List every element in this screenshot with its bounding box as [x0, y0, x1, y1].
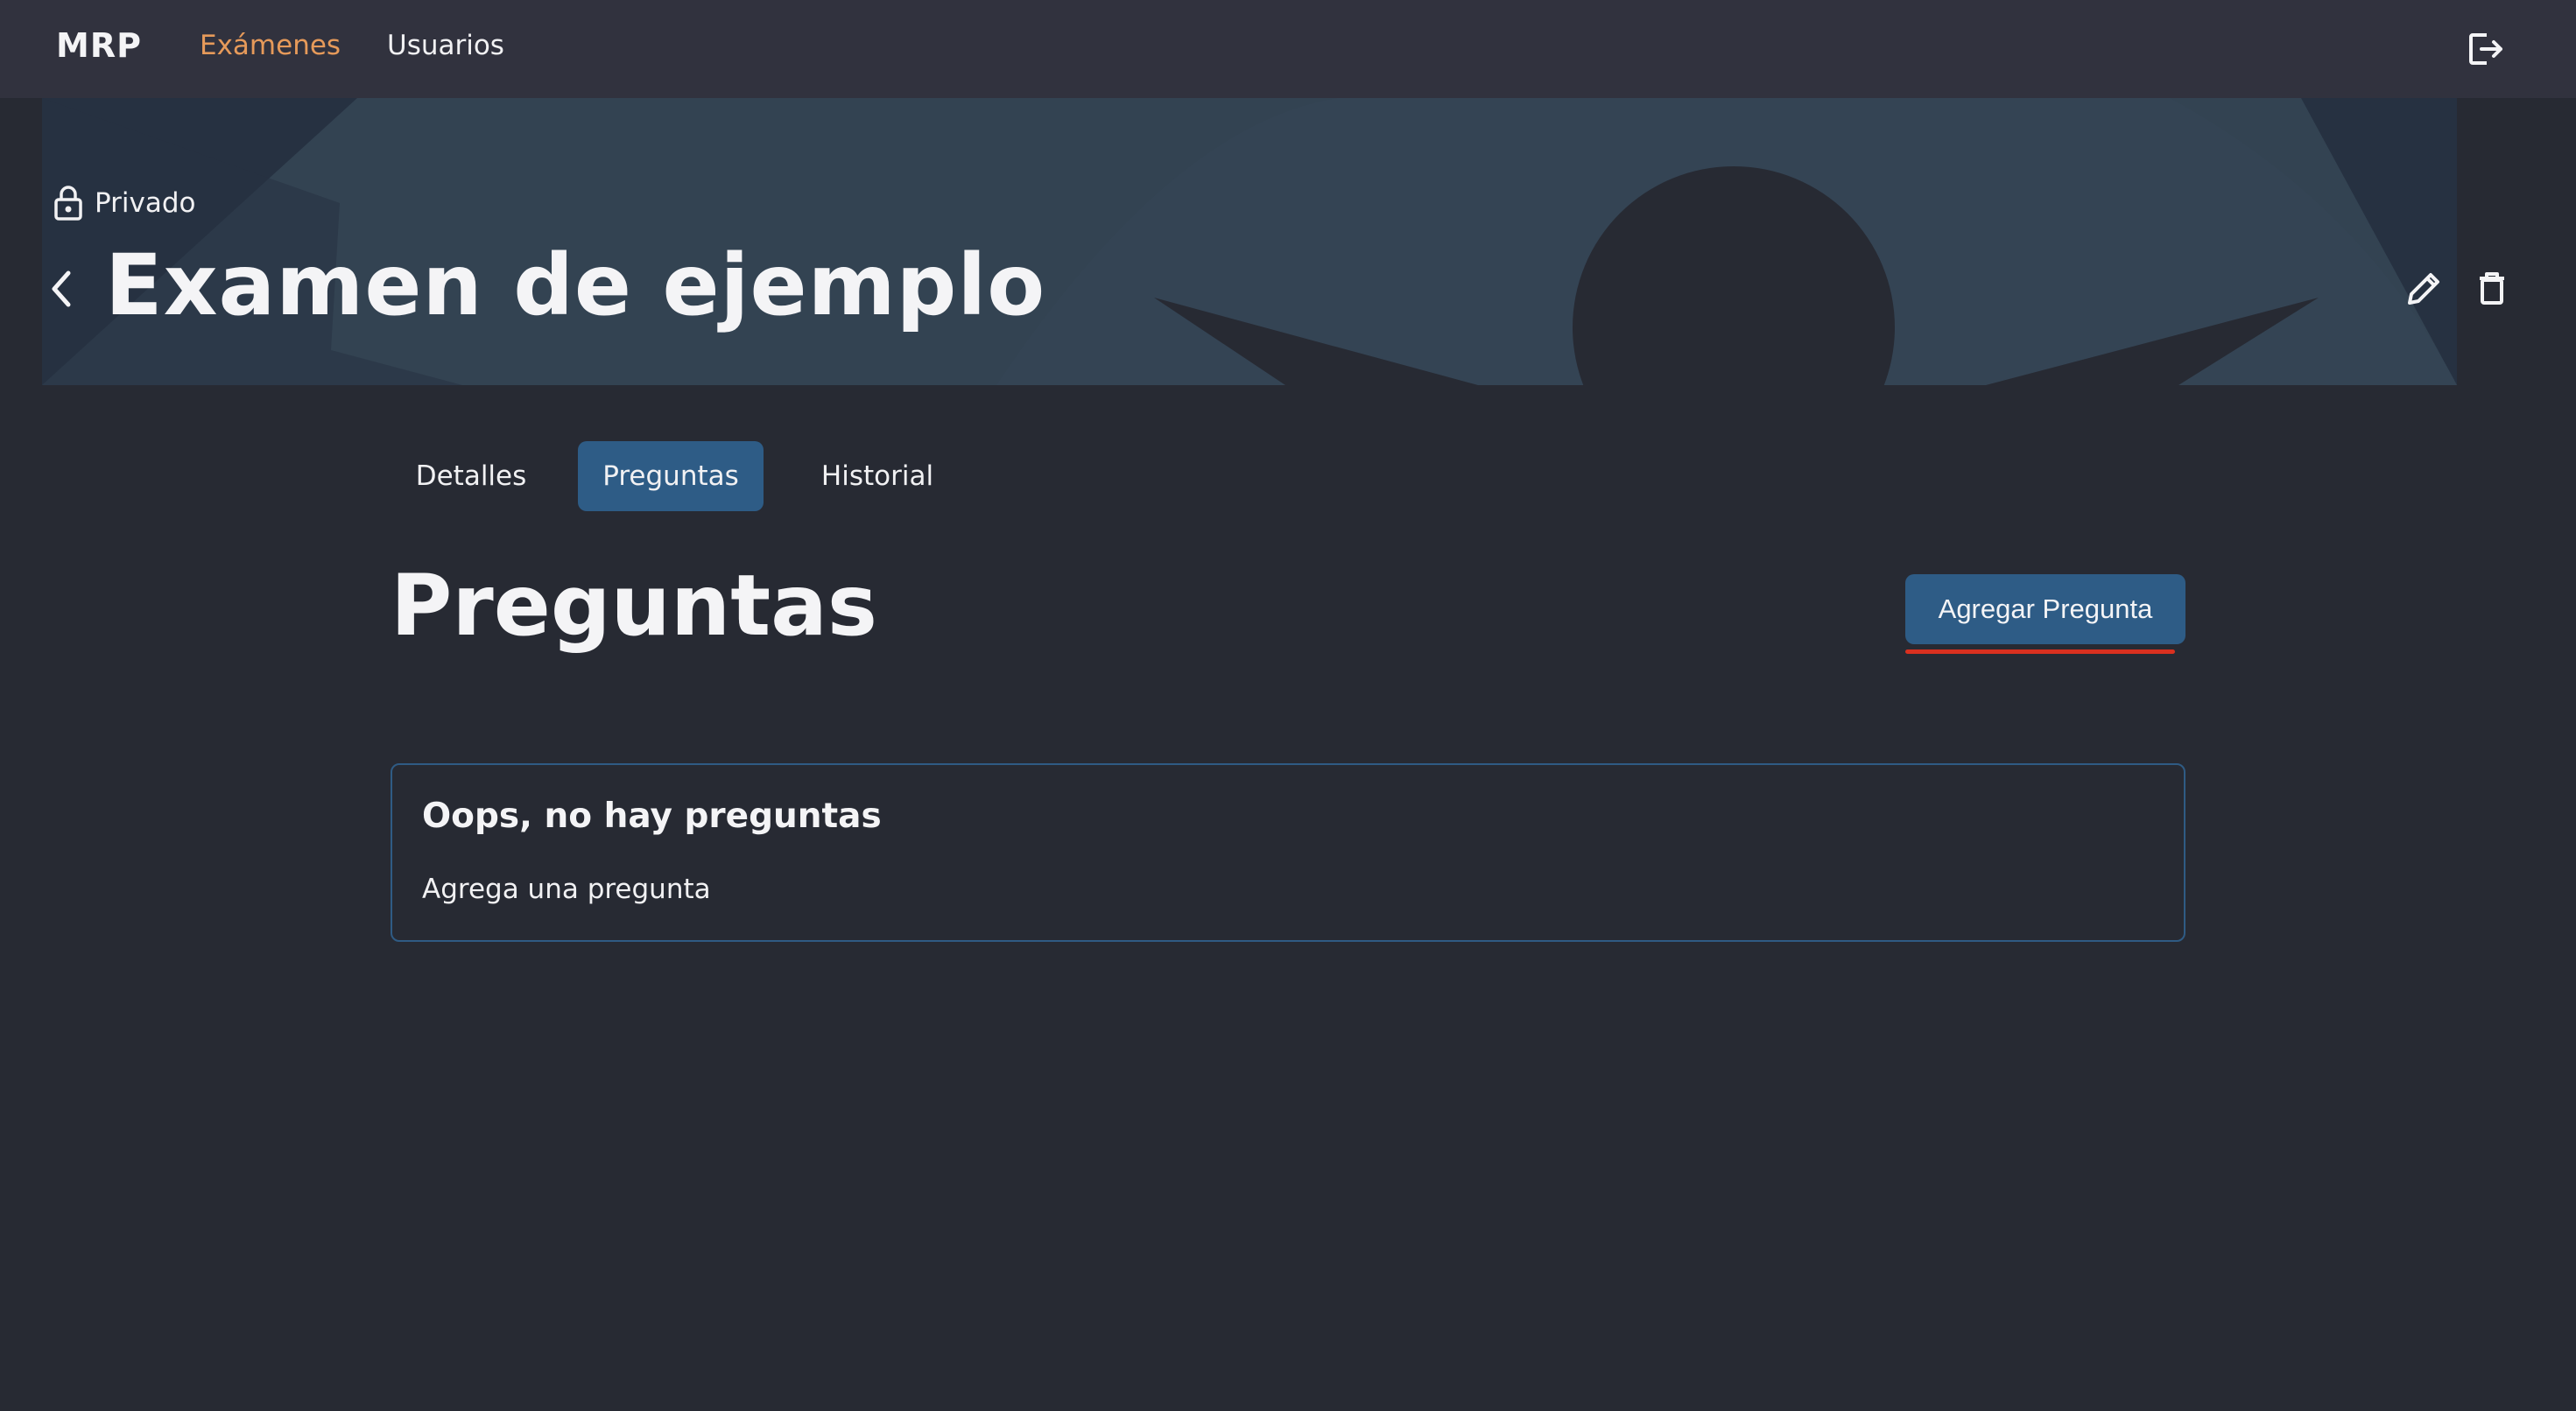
- empty-state-message: Agrega una pregunta: [422, 874, 711, 905]
- empty-state-card: Oops, no hay preguntas Agrega una pregun…: [391, 763, 2185, 942]
- tab-preguntas[interactable]: Preguntas: [578, 441, 764, 511]
- privacy-label: Privado: [95, 187, 196, 219]
- add-question-button[interactable]: Agregar Pregunta: [1905, 574, 2185, 644]
- trash-icon[interactable]: [2467, 264, 2516, 313]
- logout-icon[interactable]: [2464, 28, 2506, 70]
- chevron-left-icon[interactable]: [44, 263, 79, 315]
- nav-link-usuarios[interactable]: Usuarios: [387, 30, 504, 61]
- empty-state-title: Oops, no hay preguntas: [422, 797, 882, 836]
- brand-logo[interactable]: MRP: [56, 26, 142, 65]
- tab-detalles[interactable]: Detalles: [391, 441, 552, 511]
- tab-historial[interactable]: Historial: [790, 441, 965, 511]
- privacy-indicator: Privado: [53, 184, 196, 222]
- pencil-icon[interactable]: [2399, 264, 2448, 313]
- top-navbar: MRP Exámenes Usuarios: [0, 0, 2576, 98]
- highlight-underline: [1905, 649, 2175, 654]
- nav-link-examenes[interactable]: Exámenes: [200, 30, 341, 61]
- exam-title: Examen de ejemplo: [105, 236, 1046, 334]
- section-title: Preguntas: [391, 557, 878, 655]
- lock-icon: [54, 186, 82, 221]
